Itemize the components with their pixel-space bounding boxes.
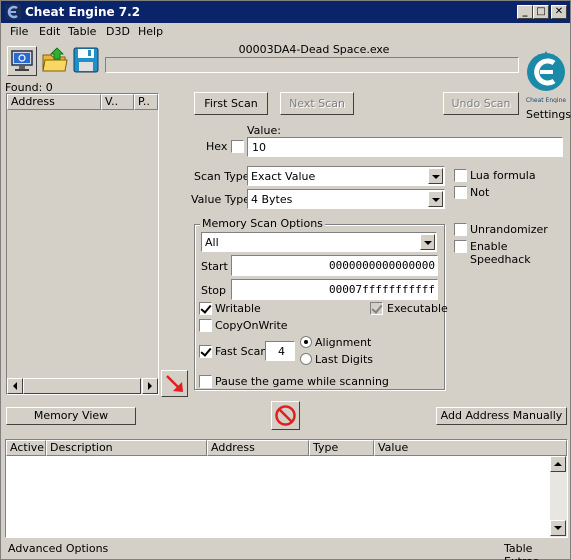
executable-label: Executable (387, 302, 448, 315)
table-extras-link[interactable]: Table Extras (504, 542, 570, 560)
open-process-button[interactable] (7, 46, 37, 76)
open-folder-icon (42, 47, 68, 72)
add-address-manually-button[interactable]: Add Address Manually (436, 407, 567, 425)
results-header-value[interactable]: V.. (101, 94, 134, 110)
memory-scan-options-title: Memory Scan Options (200, 217, 325, 230)
pause-game-label: Pause the game while scanning (215, 375, 389, 388)
results-hscrollbar[interactable] (7, 378, 158, 394)
settings-logo[interactable]: Cheat Engine (523, 41, 569, 105)
stop-address-input[interactable]: 00007fffffffffff (231, 279, 438, 300)
table-header-value[interactable]: Value (374, 440, 567, 456)
cheat-table[interactable]: Active Description Address Type Value (5, 439, 568, 538)
value-label: Value: (247, 124, 281, 137)
last-digits-label: Last Digits (315, 353, 374, 366)
menu-table[interactable]: Table (68, 25, 96, 38)
memory-region-select[interactable]: All (201, 232, 437, 252)
add-selected-to-list-button[interactable] (161, 370, 188, 397)
stop-clear-button[interactable] (271, 401, 300, 430)
not-checkbox[interactable] (454, 186, 467, 199)
maximize-button[interactable]: □ (533, 5, 549, 19)
stop-label: Stop (201, 284, 227, 297)
minimize-button[interactable]: _ (517, 5, 533, 19)
writable-label: Writable (215, 302, 261, 315)
pause-game-checkbox[interactable] (199, 375, 212, 388)
menu-file[interactable]: File (10, 25, 28, 38)
scroll-up-arrow[interactable] (550, 456, 566, 472)
chevron-down-icon[interactable] (428, 168, 443, 184)
scroll-down-arrow[interactable] (550, 520, 566, 536)
speedhack-checkbox[interactable] (454, 240, 467, 253)
chevron-down-icon[interactable] (428, 191, 443, 207)
red-arrow-icon (166, 375, 183, 392)
copy-on-write-checkbox[interactable] (199, 319, 212, 332)
memory-view-button[interactable]: Memory View (6, 407, 136, 425)
process-name: 00003DA4-Dead Space.exe (238, 43, 390, 56)
svg-text:Cheat Engine: Cheat Engine (526, 97, 566, 103)
not-label: Not (470, 186, 490, 199)
menu-edit[interactable]: Edit (39, 25, 60, 38)
fast-scan-label: Fast Scan (215, 345, 268, 358)
value-type-select[interactable]: 4 Bytes (247, 189, 445, 209)
scan-results-list[interactable]: Address V.. P.. (6, 93, 159, 395)
chevron-down-icon[interactable] (420, 234, 435, 250)
scan-progress-bar (105, 57, 519, 73)
hex-label: Hex (206, 140, 228, 153)
cheat-engine-app-icon (5, 4, 21, 20)
scroll-right-arrow[interactable] (142, 378, 158, 394)
last-digits-radio[interactable] (300, 353, 312, 365)
scroll-thumb[interactable] (23, 378, 141, 394)
table-vscrollbar[interactable] (550, 456, 567, 537)
no-entry-icon (275, 405, 296, 426)
scan-type-label: Scan Type (194, 170, 250, 183)
menu-bar: File Edit Table D3D Help (1, 23, 570, 41)
open-table-button[interactable] (41, 46, 71, 76)
lua-formula-checkbox[interactable] (454, 169, 467, 182)
writable-checkbox[interactable] (199, 302, 212, 315)
title-bar[interactable]: Cheat Engine 7.2 _ □ ✕ (1, 1, 570, 23)
cheat-engine-logo-icon: Cheat Engine (526, 51, 566, 103)
copy-on-write-label: CopyOnWrite (215, 319, 288, 332)
scan-type-select[interactable]: Exact Value (247, 166, 445, 186)
save-disk-icon (73, 47, 99, 73)
close-button[interactable]: ✕ (551, 5, 567, 19)
results-header-address[interactable]: Address (7, 94, 101, 110)
unrandomizer-label: Unrandomizer (470, 223, 548, 236)
results-header-previous[interactable]: P.. (134, 94, 158, 110)
start-address-input[interactable]: 0000000000000000 (231, 255, 438, 276)
table-header-address[interactable]: Address (207, 440, 309, 456)
start-label: Start (201, 260, 228, 273)
fast-scan-alignment-input[interactable]: 4 (265, 341, 295, 361)
value-type-label: Value Type (191, 193, 250, 206)
computer-icon (11, 50, 33, 71)
undo-scan-button[interactable]: Undo Scan (443, 92, 519, 115)
window-title: Cheat Engine 7.2 (25, 5, 141, 19)
alignment-label: Alignment (315, 336, 372, 349)
alignment-radio[interactable] (300, 336, 312, 348)
fast-scan-checkbox[interactable] (199, 345, 212, 358)
speedhack-label: Enable Speedhack (470, 240, 531, 266)
first-scan-button[interactable]: First Scan (194, 92, 268, 115)
value-input[interactable]: 10 (247, 137, 563, 157)
save-table-button[interactable] (72, 46, 102, 76)
scroll-left-arrow[interactable] (7, 378, 23, 394)
table-header-description[interactable]: Description (46, 440, 207, 456)
settings-label[interactable]: Settings (526, 108, 571, 121)
next-scan-button[interactable]: Next Scan (280, 92, 354, 115)
unrandomizer-checkbox[interactable] (454, 223, 467, 236)
menu-d3d[interactable]: D3D (106, 25, 130, 38)
hex-checkbox[interactable] (231, 140, 244, 153)
table-header-type[interactable]: Type (309, 440, 374, 456)
table-header-active[interactable]: Active (6, 440, 46, 456)
menu-help[interactable]: Help (138, 25, 163, 38)
main-window: Cheat Engine 7.2 _ □ ✕ File Edit Table D… (0, 0, 571, 560)
lua-formula-label: Lua formula (470, 169, 536, 182)
executable-checkbox[interactable] (370, 302, 383, 315)
advanced-options-link[interactable]: Advanced Options (8, 542, 108, 555)
results-body (7, 110, 158, 378)
